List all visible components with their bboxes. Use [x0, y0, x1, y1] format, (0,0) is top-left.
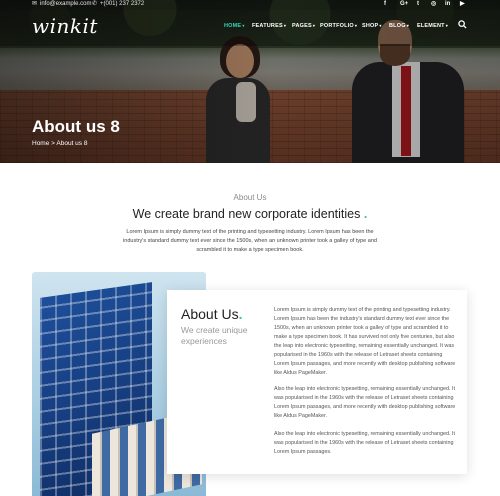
- chevron-down-icon: ▾: [312, 23, 316, 28]
- search-icon[interactable]: [458, 20, 467, 29]
- chevron-down-icon: ▾: [354, 23, 358, 28]
- nav-item-home[interactable]: HOME▾: [224, 23, 245, 29]
- chevron-down-icon: ▾: [445, 23, 448, 28]
- section-headline: We create brand new corporate identities…: [0, 207, 500, 221]
- section-label: About Us: [233, 193, 267, 202]
- headline-text: We create brand new corporate identities: [132, 207, 361, 221]
- top-bar: ✉ info@example.com ✆ +(001) 237 2372 f G…: [0, 0, 500, 10]
- nav-item-label: HOME: [224, 23, 242, 29]
- nav-item-features[interactable]: FEATURES▾: [252, 23, 286, 29]
- google-plus-icon[interactable]: G+: [400, 0, 408, 9]
- nav-item-label: PAGES: [292, 23, 312, 29]
- linkedin-icon[interactable]: in: [445, 0, 450, 9]
- about-paragraph-2: Also the leap into electronic typesettin…: [274, 386, 456, 419]
- contact-email[interactable]: info@example.com: [40, 0, 91, 9]
- youtube-icon[interactable]: ▶: [460, 0, 465, 9]
- nav-item-blog[interactable]: BLOG▾: [389, 23, 409, 29]
- about-paragraph-1: Lorem Ipsum is simply dummy text of the …: [274, 307, 456, 376]
- chevron-down-icon: ▾: [406, 23, 409, 28]
- nav-item-portfolio[interactable]: PORTFOLIO▾: [320, 23, 357, 29]
- nav-item-shop[interactable]: SHOP▾: [362, 23, 382, 29]
- facebook-icon[interactable]: f: [384, 0, 386, 9]
- nav-item-label: ELEMENT: [417, 23, 445, 29]
- about-card-title: About Us.: [181, 306, 242, 322]
- page-title: About us 8: [32, 117, 120, 136]
- instagram-icon[interactable]: ◎: [431, 0, 436, 9]
- breadcrumb[interactable]: Home > About us 8: [32, 140, 87, 147]
- nav-item-label: PORTFOLIO: [320, 23, 354, 29]
- about-paragraph-3: Also the leap into electronic typesettin…: [274, 431, 455, 455]
- chevron-down-icon: ▾: [283, 23, 287, 28]
- nav-item-label: BLOG: [389, 23, 406, 29]
- about-card-subtitle: We create unique experiences: [181, 325, 248, 346]
- about-title-text: About Us: [181, 306, 239, 322]
- contact-phone[interactable]: +(001) 237 2372: [100, 0, 144, 9]
- accent-dot: .: [363, 207, 368, 221]
- chevron-down-icon: ▾: [242, 23, 245, 28]
- nav-item-label: SHOP: [362, 23, 379, 29]
- nav-item-pages[interactable]: PAGES▾: [292, 23, 315, 29]
- site-logo[interactable]: winkit: [32, 14, 98, 38]
- intro-text: Lorem Ipsum is simply dummy text of the …: [123, 229, 377, 253]
- nav-item-element[interactable]: ELEMENT▾: [417, 23, 448, 29]
- nav-item-label: FEATURES: [252, 23, 283, 29]
- twitter-icon[interactable]: t: [417, 0, 419, 9]
- phone-icon: ✆: [92, 1, 98, 7]
- accent-dot: .: [238, 306, 243, 322]
- chevron-down-icon: ▾: [379, 23, 382, 28]
- email-icon: ✉: [32, 1, 38, 7]
